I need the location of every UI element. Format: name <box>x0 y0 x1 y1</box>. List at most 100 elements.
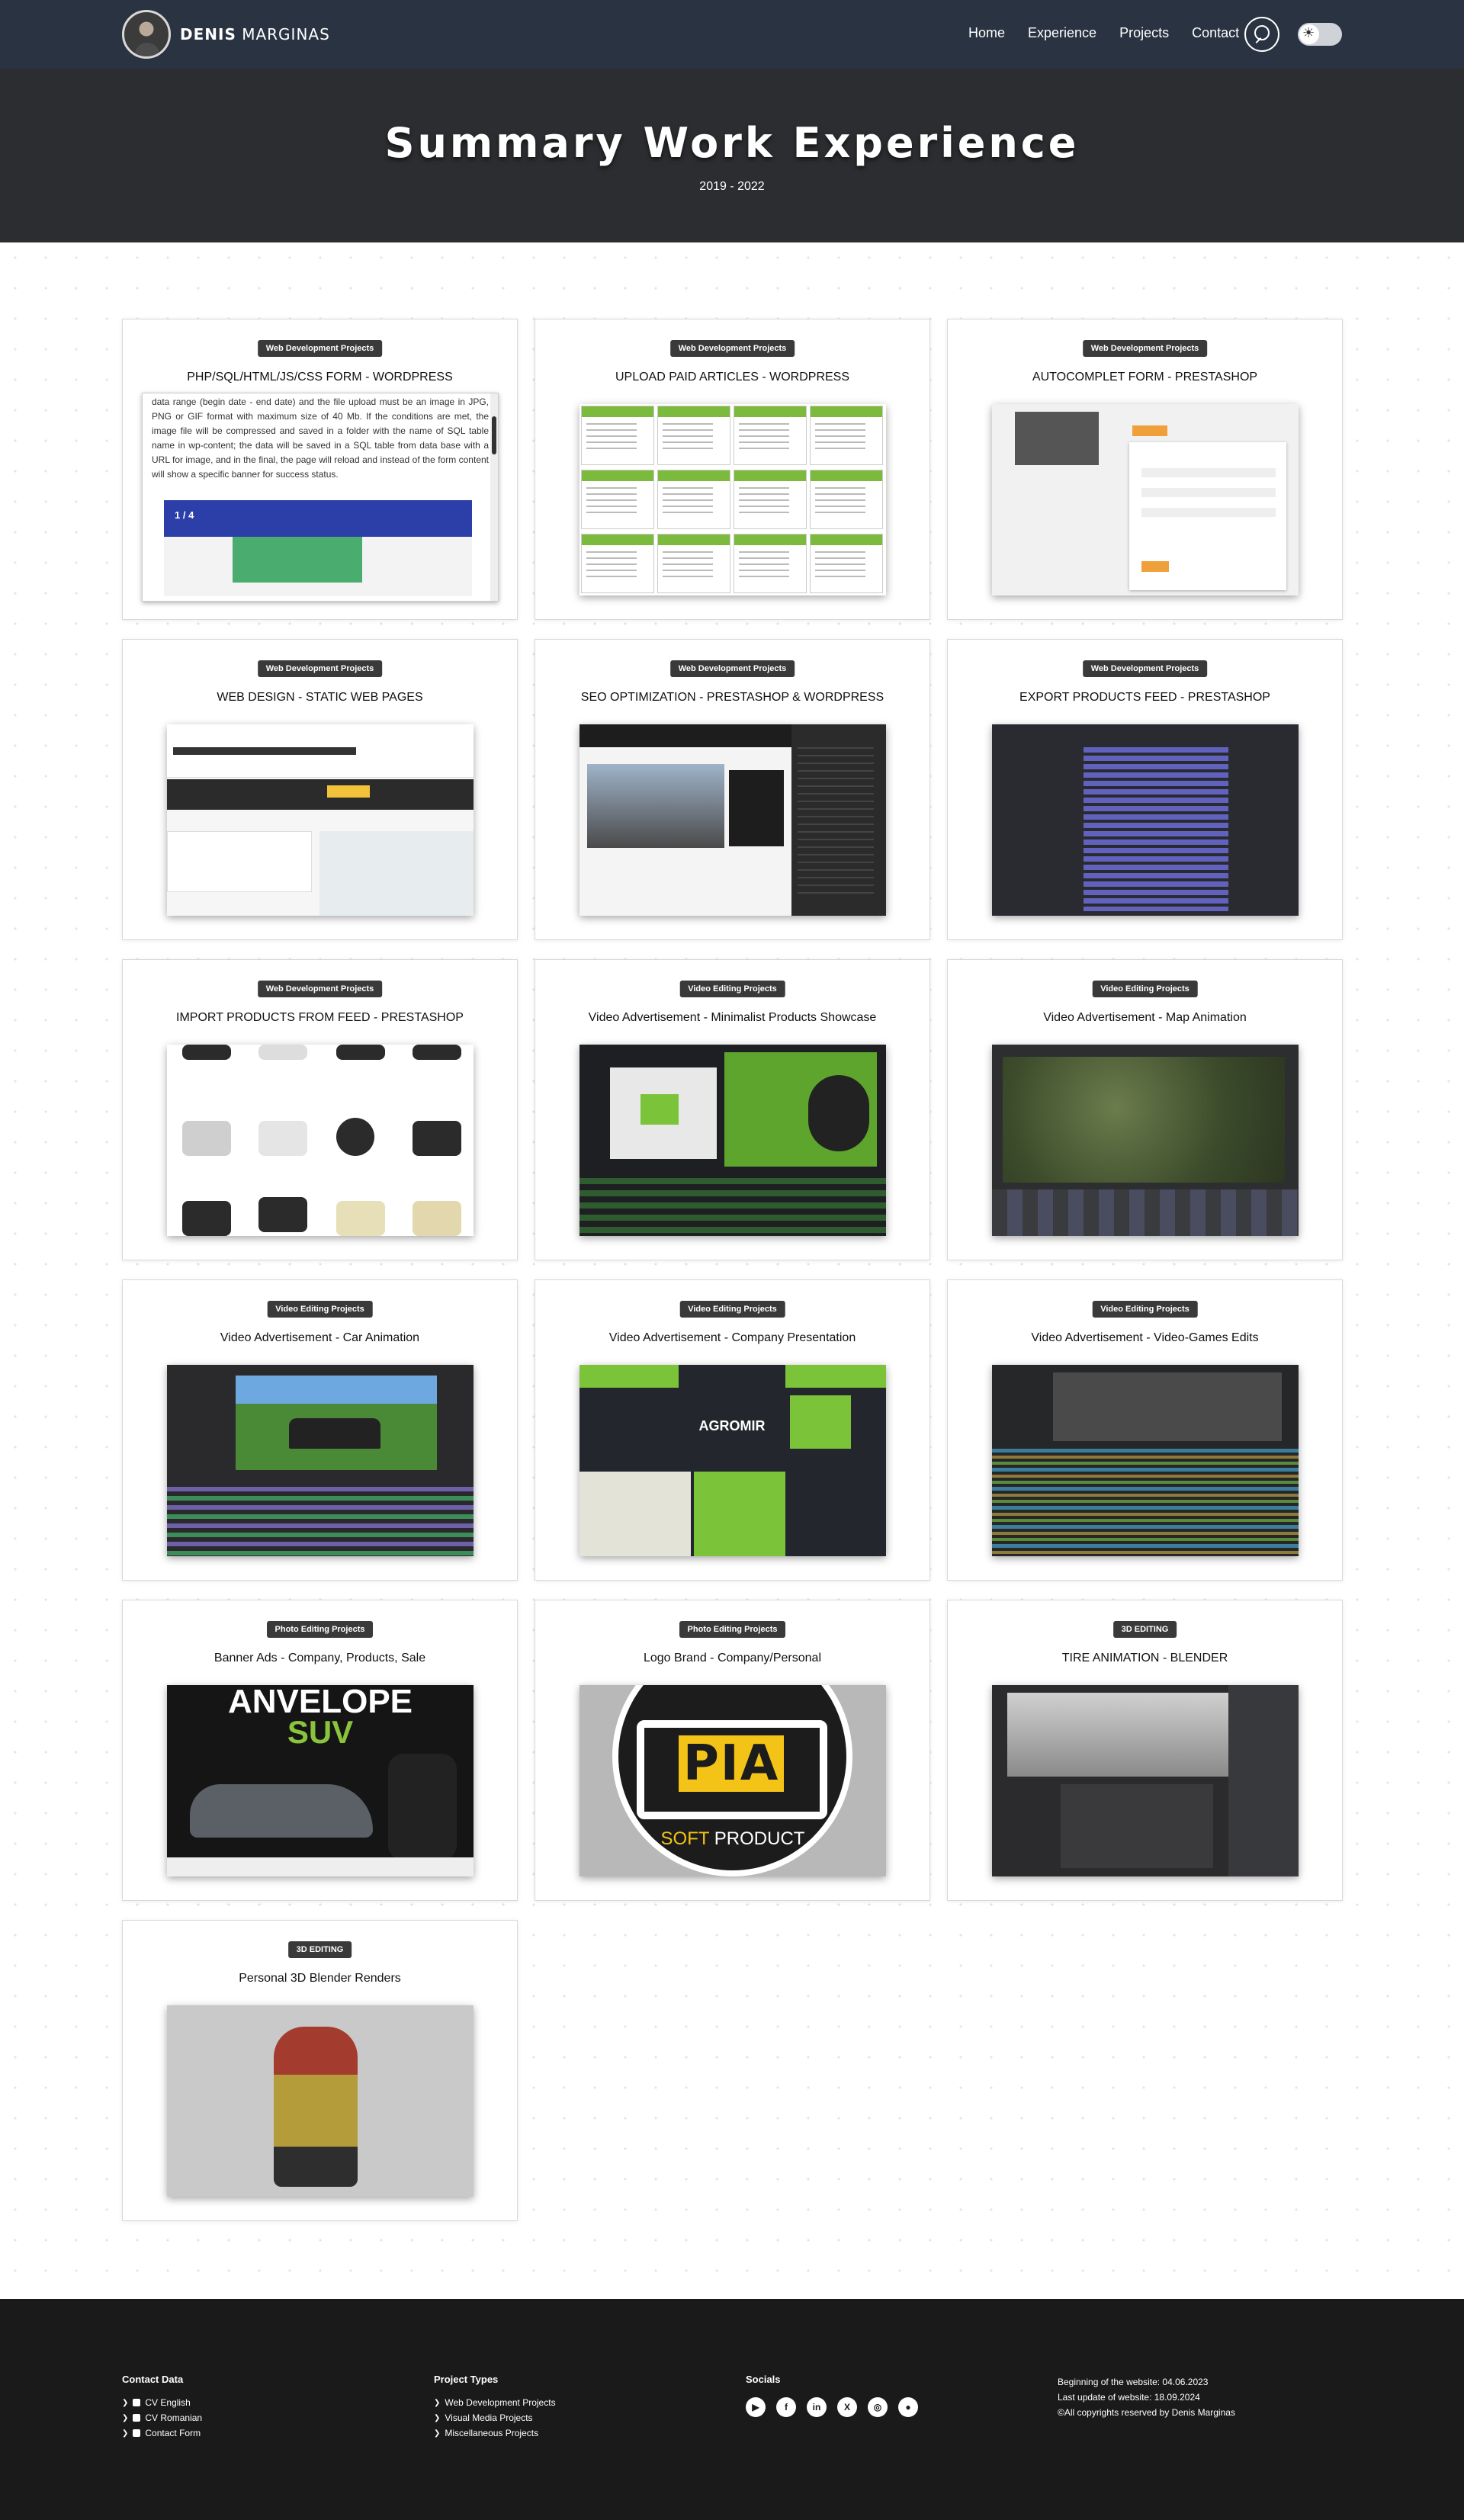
project-thumbnail[interactable] <box>992 1365 1299 1556</box>
website-update-date: Last update of website: 18.09.2024 <box>1058 2392 1200 2403</box>
scrollbar[interactable] <box>490 393 498 601</box>
footer: Contact Data ❯ CV English ❯ CV Romanian ❯ C… <box>0 2299 1464 2520</box>
footer-visual-media-link[interactable]: ❯ Visual Media Projects <box>434 2412 556 2423</box>
document-icon <box>133 2414 141 2422</box>
instagram-icon[interactable]: ◎ <box>868 2397 888 2417</box>
nav-projects-link[interactable]: Projects <box>1119 25 1169 41</box>
category-badge: 3D EDITING <box>1112 1621 1177 1638</box>
project-title: Logo Brand - Company/Personal <box>643 1652 822 1664</box>
project-card[interactable]: Web Development Projects SEO OPTIMIZATIO… <box>535 639 930 940</box>
footer-types-title: Project Types <box>434 2374 499 2385</box>
linkedin-icon[interactable]: in <box>807 2397 827 2417</box>
project-card[interactable]: 3D EDITING TIRE ANIMATION - BLENDER <box>947 1600 1343 1901</box>
footer-web-dev-link[interactable]: ❯ Web Development Projects <box>434 2397 556 2408</box>
project-thumbnail[interactable] <box>992 1685 1299 1876</box>
project-title: Video Advertisement - Map Animation <box>1043 1011 1247 1024</box>
category-badge: Web Development Projects <box>669 340 795 357</box>
project-card[interactable]: Web Development Projects UPLOAD PAID ART… <box>535 319 930 620</box>
nav-links: Home Experience Projects Contact <box>968 25 1239 41</box>
avatar <box>122 10 171 59</box>
project-thumbnail[interactable] <box>992 404 1299 595</box>
project-thumbnail[interactable]: data range (begin date - end date) and t… <box>142 393 499 602</box>
render-figure <box>274 2027 358 2187</box>
project-thumbnail[interactable] <box>580 1045 886 1236</box>
project-title: Video Advertisement - Minimalist Product… <box>588 1011 877 1024</box>
project-card[interactable]: Video Editing Projects Video Advertiseme… <box>947 959 1343 1260</box>
project-thumbnail[interactable] <box>992 1045 1299 1236</box>
x-icon[interactable]: X <box>837 2397 857 2417</box>
project-title: SEO OPTIMIZATION - PRESTASHOP & WORDPRES… <box>580 691 884 704</box>
category-badge: Photo Editing Projects <box>679 1621 786 1638</box>
project-card[interactable]: Video Editing Projects Video Advertiseme… <box>947 1279 1343 1581</box>
footer-meta: Beginning of the website: 04.06.2023 Las… <box>1058 2377 1235 2422</box>
project-title: Video Advertisement - Company Presentati… <box>608 1331 856 1344</box>
brand-name: DENIS MARGINAS <box>180 25 330 43</box>
logo-brand-text: PIA <box>679 1735 785 1792</box>
facebook-icon[interactable]: f <box>776 2397 796 2417</box>
project-thumbnail[interactable] <box>167 1045 474 1236</box>
hero: Summary Work Experience 2019 - 2022 <box>0 69 1464 242</box>
project-title: IMPORT PRODUCTS FROM FEED - PRESTASHOP <box>176 1011 464 1024</box>
footer-contact-title: Contact Data <box>122 2374 184 2385</box>
project-card[interactable]: 3D EDITING Personal 3D Blender Renders <box>122 1920 518 2221</box>
footer-cv-romanian-link[interactable]: ❯ CV Romanian <box>122 2412 202 2423</box>
category-badge: Web Development Projects <box>257 340 383 357</box>
project-title: EXPORT PRODUCTS FEED - PRESTASHOP <box>1019 691 1270 704</box>
project-card[interactable]: Photo Editing Projects Banner Ads - Comp… <box>122 1600 518 1901</box>
project-card[interactable]: Web Development Projects IMPORT PRODUCTS… <box>122 959 518 1260</box>
project-thumbnail[interactable] <box>580 724 886 916</box>
category-badge: Photo Editing Projects <box>266 1621 374 1638</box>
search-icon[interactable] <box>1244 17 1279 52</box>
footer-cv-english-link[interactable]: ❯ CV English <box>122 2397 202 2408</box>
category-badge: Video Editing Projects <box>1092 1301 1198 1318</box>
project-title: UPLOAD PAID ARTICLES - WORDPRESS <box>615 371 850 384</box>
brand-link[interactable]: DENIS MARGINAS <box>122 10 330 59</box>
banner-slider[interactable]: 1 / 4 <box>164 500 472 596</box>
project-thumbnail[interactable]: AGROMIR <box>580 1365 886 1556</box>
project-thumbnail[interactable] <box>167 724 474 916</box>
project-title: TIRE ANIMATION - BLENDER <box>1061 1652 1228 1664</box>
form-icon <box>133 2429 141 2437</box>
github-icon[interactable]: ● <box>898 2397 918 2417</box>
theme-toggle[interactable] <box>1298 23 1342 46</box>
copyright: ©All copyrights reserved by Denis Margin… <box>1058 2407 1235 2418</box>
document-icon <box>133 2399 141 2406</box>
project-card[interactable]: Web Development Projects AUTOCOMPLET FOR… <box>947 319 1343 620</box>
project-thumbnail[interactable] <box>167 2005 474 2197</box>
project-thumbnail[interactable] <box>580 404 886 595</box>
project-card[interactable]: Photo Editing Projects Logo Brand - Comp… <box>535 1600 930 1901</box>
project-thumbnail[interactable] <box>167 1365 474 1556</box>
project-card[interactable]: Web Development Projects PHP/SQL/HTML/JS… <box>122 319 518 620</box>
form-description: data range (begin date - end date) and t… <box>152 396 489 480</box>
project-card[interactable]: Video Editing Projects Video Advertiseme… <box>535 1279 930 1581</box>
footer-misc-link[interactable]: ❯ Miscellaneous Projects <box>434 2428 556 2438</box>
footer-socials-title: Socials <box>746 2374 781 2385</box>
brand-first-name: DENIS <box>180 25 236 43</box>
project-thumbnail[interactable] <box>992 724 1299 916</box>
project-card[interactable]: Video Editing Projects Video Advertiseme… <box>122 1279 518 1581</box>
footer-project-types: Project Types ❯ Web Development Projects … <box>434 2374 556 2443</box>
website-begin-date: Beginning of the website: 04.06.2023 <box>1058 2377 1209 2387</box>
category-badge: Video Editing Projects <box>679 981 785 997</box>
footer-contact-form-link[interactable]: ❯ Contact Form <box>122 2428 202 2438</box>
project-thumbnail[interactable]: PIA SOFT PRODUCT <box>580 1685 886 1876</box>
nav-home-link[interactable]: Home <box>968 25 1005 41</box>
project-title: Banner Ads - Company, Products, Sale <box>214 1652 426 1664</box>
page-title: Summary Work Experience <box>384 119 1080 167</box>
logo-product-text: PRODUCT <box>714 1828 805 1849</box>
banner-green-block <box>233 537 362 583</box>
projects-grid: Web Development Projects PHP/SQL/HTML/JS… <box>0 242 1464 2299</box>
project-card[interactable]: Web Development Projects WEB DESIGN - ST… <box>122 639 518 940</box>
banner-line-2: SUV <box>287 1714 354 1750</box>
project-card[interactable]: Web Development Projects EXPORT PRODUCTS… <box>947 639 1343 940</box>
category-badge: Video Editing Projects <box>1092 981 1198 997</box>
project-card[interactable]: Video Editing Projects Video Advertiseme… <box>535 959 930 1260</box>
category-badge: Web Development Projects <box>1082 660 1208 677</box>
youtube-icon[interactable]: ▶ <box>746 2397 766 2417</box>
project-title: WEB DESIGN - STATIC WEB PAGES <box>217 691 423 704</box>
nav-experience-link[interactable]: Experience <box>1028 25 1096 41</box>
sun-icon <box>1299 24 1319 44</box>
project-title: PHP/SQL/HTML/JS/CSS FORM - WORDPRESS <box>187 371 453 384</box>
nav-contact-link[interactable]: Contact <box>1192 25 1239 41</box>
project-thumbnail[interactable]: ANVELOPE SUV <box>167 1685 474 1876</box>
